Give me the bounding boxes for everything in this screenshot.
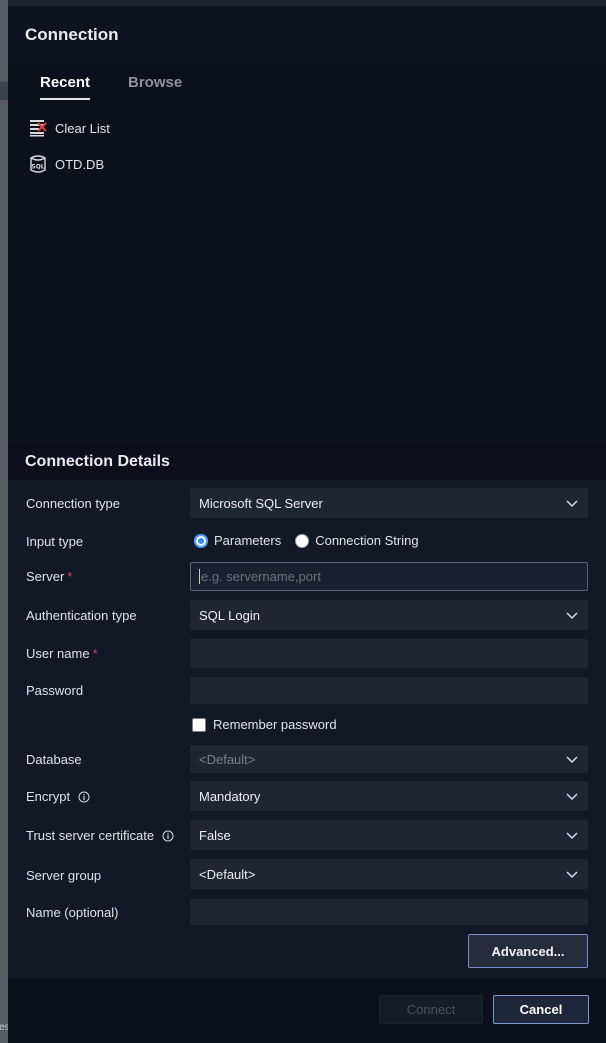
server-group-value: <Default> — [199, 866, 256, 882]
trust-cert-value: False — [199, 827, 231, 843]
encrypt-value: Mandatory — [199, 788, 261, 804]
connection-type-value: Microsoft SQL Server — [199, 495, 323, 511]
database-select[interactable]: <Default> — [190, 745, 588, 773]
radio-connection-string-label: Connection String — [315, 533, 419, 548]
server-placeholder: e.g. servername,port — [201, 569, 321, 584]
recent-item-label: OTD.DB — [55, 156, 105, 172]
details-section-header: Connection Details — [8, 444, 606, 480]
tab-recent[interactable]: Recent — [40, 74, 91, 100]
chevron-down-icon — [566, 871, 578, 879]
auth-type-select[interactable]: SQL Login — [190, 600, 588, 630]
user-name-input[interactable] — [190, 639, 588, 668]
dialog-header: Connection — [8, 6, 606, 64]
input-type-radio-group: Parameters Connection String — [194, 533, 433, 548]
auth-type-value: SQL Login — [199, 607, 260, 623]
connection-dialog: Connection Recent Browse Clear List SQL … — [8, 0, 606, 1043]
chevron-down-icon — [566, 793, 578, 801]
server-label: Server * — [26, 569, 72, 584]
radio-parameters[interactable]: Parameters — [194, 533, 281, 548]
server-input[interactable]: e.g. servername,port — [190, 562, 588, 591]
trust-cert-label-text: Trust server certificate — [26, 828, 155, 843]
radio-connection-string[interactable]: Connection String — [295, 533, 419, 548]
radio-unselected-indicator — [295, 533, 310, 548]
name-optional-label: Name (optional) — [26, 905, 119, 920]
recent-item-label: Clear List — [55, 120, 110, 136]
sql-database-icon: SQL — [30, 155, 46, 173]
auth-type-label: Authentication type — [26, 608, 137, 623]
user-name-label: User name * — [26, 646, 98, 661]
server-label-text: Server — [26, 569, 65, 584]
trust-cert-select[interactable]: False — [190, 820, 588, 850]
database-value: <Default> — [199, 751, 256, 767]
recent-item-clear-list[interactable]: Clear List — [28, 117, 110, 139]
text-caret — [199, 569, 200, 584]
advanced-button[interactable]: Advanced... — [468, 934, 588, 968]
checkbox-box — [192, 717, 206, 732]
chevron-down-icon — [566, 500, 578, 508]
info-icon[interactable] — [162, 830, 174, 842]
background-window-edge: es — [0, 0, 10, 1043]
remember-password-checkbox[interactable]: Remember password — [192, 717, 337, 732]
required-mark: * — [67, 569, 73, 584]
svg-text:SQL: SQL — [31, 164, 44, 171]
trust-cert-label: Trust server certificate — [26, 828, 174, 843]
password-input[interactable] — [190, 677, 588, 704]
encrypt-label: Encrypt — [26, 789, 90, 804]
connection-type-select[interactable]: Microsoft SQL Server — [190, 488, 588, 518]
cancel-button[interactable]: Cancel — [493, 995, 589, 1024]
chevron-down-icon — [566, 832, 578, 840]
dialog-title: Connection — [25, 25, 119, 44]
details-title: Connection Details — [25, 453, 170, 470]
remember-password-label: Remember password — [213, 717, 337, 732]
required-mark: * — [92, 646, 98, 661]
tab-browse[interactable]: Browse — [128, 74, 182, 98]
chevron-down-icon — [566, 756, 578, 764]
radio-selected-indicator — [194, 533, 208, 548]
connection-type-label: Connection type — [26, 496, 120, 511]
input-type-label: Input type — [26, 534, 84, 549]
recent-item-otd-db[interactable]: SQL OTD.DB — [28, 153, 104, 175]
server-group-label: Server group — [26, 868, 102, 883]
background-window-mark — [0, 82, 8, 100]
encrypt-select[interactable]: Mandatory — [190, 781, 588, 811]
user-name-label-text: User name — [26, 646, 90, 661]
radio-parameters-label: Parameters — [214, 533, 282, 548]
info-icon[interactable] — [78, 791, 90, 803]
encrypt-label-text: Encrypt — [26, 789, 71, 804]
name-optional-input[interactable] — [190, 899, 588, 925]
connect-button[interactable]: Connect — [379, 995, 483, 1024]
password-label: Password — [26, 683, 84, 698]
server-group-select[interactable]: <Default> — [190, 859, 588, 889]
chevron-down-icon — [566, 612, 578, 620]
clear-list-icon — [30, 120, 47, 137]
database-label: Database — [26, 752, 82, 767]
